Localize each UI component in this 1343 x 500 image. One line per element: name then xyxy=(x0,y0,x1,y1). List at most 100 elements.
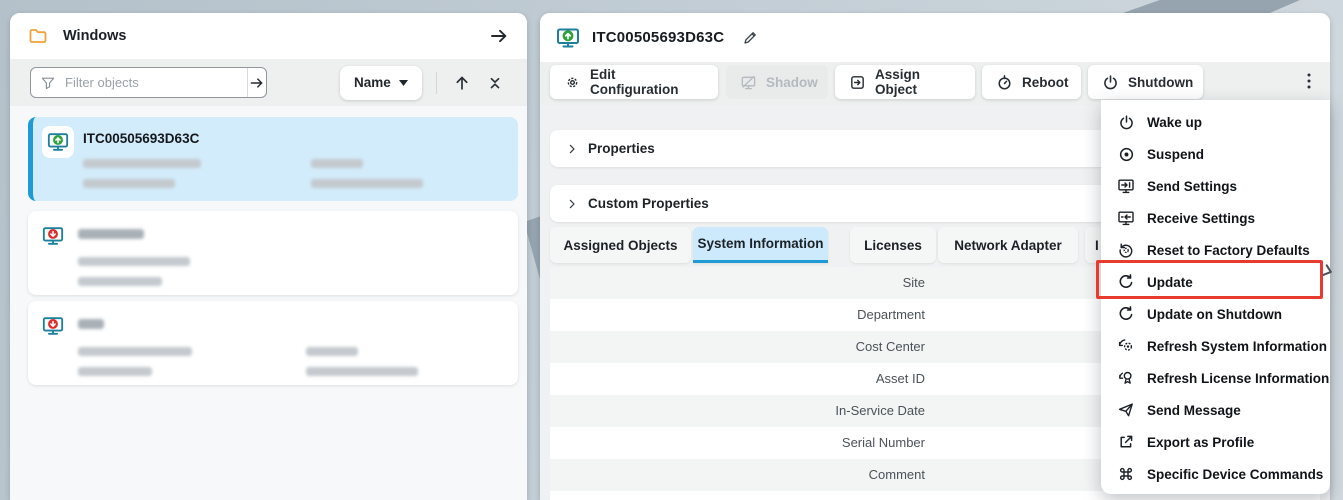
assign-object-button[interactable]: Assign Object xyxy=(835,65,975,99)
tab-licenses[interactable]: Licenses xyxy=(850,227,936,263)
tab-label: Assigned Objects xyxy=(563,238,677,253)
sort-by-label: Name xyxy=(354,75,391,90)
menu-item-wake-up[interactable]: Wake up xyxy=(1101,106,1330,138)
tab-network-adapter[interactable]: Network Adapter xyxy=(938,227,1078,263)
sort-by-button[interactable]: Name xyxy=(340,66,422,100)
redacted-text xyxy=(78,367,152,376)
row-label: Asset ID xyxy=(550,363,925,395)
button-label: Edit Configuration xyxy=(590,67,704,97)
menu-item-label: Refresh System Information xyxy=(1147,339,1327,354)
menu-item-refresh-license-information[interactable]: Refresh License Information xyxy=(1101,362,1330,394)
device-list-item-selected[interactable]: ITC00505693D63C xyxy=(28,117,518,201)
menu-item-label: Update on Shutdown xyxy=(1147,307,1282,322)
shadow-button: Shadow xyxy=(726,65,828,99)
device-offline-icon xyxy=(37,310,69,342)
row-label: In-Service Date xyxy=(550,395,925,427)
filter-input[interactable] xyxy=(59,68,247,97)
menu-item-receive-settings[interactable]: Receive Settings xyxy=(1101,202,1330,234)
menu-item-label: Send Settings xyxy=(1147,179,1237,194)
filter-field[interactable] xyxy=(30,67,267,98)
tab-system-information[interactable]: System Information xyxy=(693,227,828,263)
filter-submit-arrow-icon[interactable] xyxy=(247,68,266,97)
row-label: Department xyxy=(550,299,925,331)
row-label: Comment xyxy=(550,459,925,491)
redacted-text xyxy=(83,159,201,168)
gear-icon xyxy=(564,74,581,91)
suspend-icon xyxy=(1117,145,1135,163)
chevron-right-icon xyxy=(1322,264,1334,278)
edit-configuration-button[interactable]: Edit Configuration xyxy=(550,65,718,99)
redacted-text xyxy=(78,277,162,286)
section-label: Custom Properties xyxy=(588,196,709,211)
folder-title: Windows xyxy=(63,28,474,44)
row-label: Cost Center xyxy=(550,331,925,363)
menu-item-label: Refresh License Information xyxy=(1147,371,1329,386)
menu-item-refresh-system-information[interactable]: Refresh System Information xyxy=(1101,330,1330,362)
menu-item-label: Specific Device Commands xyxy=(1147,467,1323,482)
device-list-item[interactable] xyxy=(28,301,518,385)
sort-direction-up-icon[interactable] xyxy=(453,74,471,92)
power-icon xyxy=(1117,113,1135,131)
menu-item-send-message[interactable]: Send Message xyxy=(1101,394,1330,426)
device-list-header: Windows xyxy=(10,13,527,59)
refresh-system-icon xyxy=(1117,337,1135,355)
reboot-button[interactable]: Reboot xyxy=(982,65,1081,99)
send-message-icon xyxy=(1117,401,1135,419)
redacted-device-name xyxy=(78,319,104,329)
device-list: ITC00505693D63C xyxy=(10,106,527,500)
redacted-text xyxy=(311,179,423,188)
menu-item-export-as-profile[interactable]: Export as Profile xyxy=(1101,426,1330,458)
device-list-panel: Windows Name xyxy=(10,13,527,500)
assign-object-icon xyxy=(849,74,866,91)
chevron-right-icon xyxy=(566,198,578,210)
redacted-text xyxy=(83,179,175,188)
device-offline-icon xyxy=(37,220,69,252)
device-online-icon xyxy=(42,126,74,158)
collapse-all-icon[interactable] xyxy=(487,74,503,92)
arrow-right-icon[interactable] xyxy=(489,26,509,46)
pencil-icon[interactable] xyxy=(742,29,759,46)
button-label: Shadow xyxy=(766,75,818,90)
menu-item-update[interactable]: Update xyxy=(1101,266,1330,298)
device-list-item[interactable] xyxy=(28,211,518,295)
tab-assigned-objects[interactable]: Assigned Objects xyxy=(550,227,691,263)
redacted-device-name xyxy=(78,229,144,239)
redacted-text xyxy=(306,367,418,376)
row-label xyxy=(550,491,925,500)
shutdown-button[interactable]: Shutdown xyxy=(1088,65,1203,99)
menu-item-reset-to-factory-defaults[interactable]: Reset to Factory Defaults xyxy=(1101,234,1330,266)
device-detail-header: ITC00505693D63C xyxy=(540,13,1330,62)
receive-settings-icon xyxy=(1117,209,1135,227)
refresh-icon xyxy=(1117,305,1135,323)
device-name: ITC00505693D63C xyxy=(83,131,199,146)
row-label: Serial Number xyxy=(550,427,925,459)
menu-item-update-on-shutdown[interactable]: Update on Shutdown xyxy=(1101,298,1330,330)
filter-toolbar: Name xyxy=(10,59,527,106)
menu-item-send-settings[interactable]: Send Settings xyxy=(1101,170,1330,202)
redacted-text xyxy=(78,347,192,356)
button-label: Shutdown xyxy=(1128,75,1193,90)
button-label: Reboot xyxy=(1022,75,1069,90)
tab-label: I xyxy=(1095,238,1099,253)
device-context-menu: Wake up Suspend Send Settings Receive Se… xyxy=(1101,100,1330,494)
menu-item-suspend[interactable]: Suspend xyxy=(1101,138,1330,170)
export-icon xyxy=(1117,433,1135,451)
tab-label: System Information xyxy=(697,236,823,251)
menu-item-label: Update xyxy=(1147,275,1193,290)
funnel-icon xyxy=(31,76,59,90)
chevron-right-icon xyxy=(566,143,578,155)
kebab-menu-icon[interactable] xyxy=(1300,71,1318,91)
menu-item-label: Send Message xyxy=(1147,403,1241,418)
menu-item-label: Export as Profile xyxy=(1147,435,1254,450)
tab-label: Licenses xyxy=(864,238,922,253)
menu-item-label: Wake up xyxy=(1147,115,1202,130)
page-title: ITC00505693D63C xyxy=(592,29,724,46)
send-settings-icon xyxy=(1117,177,1135,195)
button-label: Assign Object xyxy=(875,67,961,97)
section-label: Properties xyxy=(588,141,655,156)
redacted-text xyxy=(311,159,363,168)
device-online-icon xyxy=(556,26,580,50)
tab-label: Network Adapter xyxy=(954,238,1062,253)
menu-item-label: Reset to Factory Defaults xyxy=(1147,243,1310,258)
menu-item-specific-device-commands[interactable]: Specific Device Commands xyxy=(1101,458,1330,490)
